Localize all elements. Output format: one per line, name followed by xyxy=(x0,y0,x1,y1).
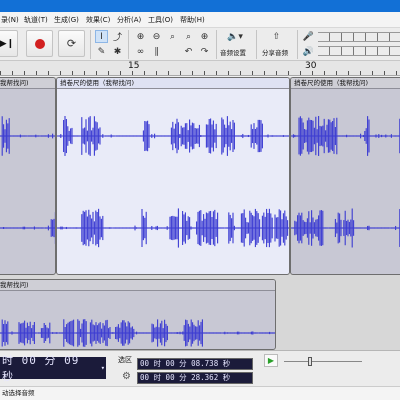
menu-analyze[interactable]: 分析(A) xyxy=(117,15,141,25)
fit-selection-icon[interactable]: ⌕ xyxy=(166,30,179,43)
selection-end-field[interactable]: 00 时 00 分 28.362 秒 xyxy=(137,372,253,384)
waveform xyxy=(0,116,55,244)
ruler-ticks xyxy=(0,71,400,75)
menu-generate[interactable]: 生成(G) xyxy=(54,15,79,25)
trim-icon[interactable]: ∞ xyxy=(134,45,147,58)
snap-gear-icon[interactable]: ⚙ xyxy=(122,371,131,382)
toolbar-separator xyxy=(90,30,91,59)
skip-start-icon: ▶❙ xyxy=(0,38,15,49)
undo-icon[interactable]: ↶ xyxy=(182,45,195,58)
zoom-toggle-icon[interactable]: ⊕ xyxy=(198,30,211,43)
audio-clip-2[interactable]: 捎卷尺的使用（我帮找问) xyxy=(56,77,290,275)
dropdown-arrow-icon[interactable]: ▾ xyxy=(101,364,106,372)
selection-tool-icon[interactable]: I xyxy=(95,30,108,43)
record-button[interactable] xyxy=(26,30,53,57)
menu-record[interactable]: 录(N) xyxy=(1,15,19,25)
microphone-icon: 🎤 xyxy=(302,31,315,42)
toolbar-separator xyxy=(216,30,217,59)
audio-clip-1[interactable]: 我帮找问) xyxy=(0,77,56,275)
status-bar: 动选择音频 xyxy=(0,386,400,400)
silence-icon[interactable]: ∥ xyxy=(150,45,163,58)
tracks-area: 我帮找问) 捎卷尺的使用（我帮找问) 捎卷尺的使用（我帮找问) 我帮找问) xyxy=(0,77,400,350)
menu-tracks[interactable]: 轨道(T) xyxy=(24,15,48,25)
audio-clip-4[interactable]: 我帮找问) xyxy=(0,279,276,350)
window-titlebar xyxy=(0,0,400,12)
record-icon xyxy=(34,38,45,49)
audio-clip-3[interactable]: 捎卷尺的使用（我帮找问) xyxy=(290,77,400,275)
selection-start-field[interactable]: 00 时 00 分 08.738 秒 xyxy=(137,358,253,370)
toolbar: ▶❙ ⟳ I ⤴ ✎ ✱ ⊕ ⊖ ⌕ ⌕ ⊕ ∞ ∥ ↶ ↷ 🔈▾ 音频设置 ⇧… xyxy=(0,28,400,61)
playback-speed-slider[interactable] xyxy=(282,354,364,368)
selection-label: 选区 xyxy=(118,356,132,364)
zoom-out-icon[interactable]: ⊖ xyxy=(150,30,163,43)
waveform xyxy=(291,116,400,248)
fit-project-icon[interactable]: ⌕ xyxy=(182,30,195,43)
timeline-ruler[interactable]: 15 30 xyxy=(0,61,400,76)
share-audio-label[interactable]: 分享音频 xyxy=(262,47,288,57)
toolbar-separator xyxy=(256,30,257,59)
recording-meter[interactable] xyxy=(318,32,400,42)
waveform xyxy=(57,116,289,248)
play-at-speed-button[interactable]: ▶ xyxy=(264,354,278,367)
toolbar-separator xyxy=(297,30,298,59)
menu-tools[interactable]: 工具(O) xyxy=(148,15,173,25)
audio-setup-label[interactable]: 音频设置 xyxy=(220,47,246,57)
time-display[interactable]: 时 00 分 09 秒 ▾ xyxy=(0,354,106,383)
multi-tool-icon[interactable]: ✱ xyxy=(111,45,124,58)
speaker-icon[interactable]: 🔈▾ xyxy=(225,30,245,43)
playback-meter[interactable] xyxy=(318,46,400,56)
zoom-in-icon[interactable]: ⊕ xyxy=(134,30,147,43)
playback-speaker-icon: 🔊 xyxy=(302,46,315,57)
envelope-tool-icon[interactable]: ⤴ xyxy=(111,30,124,43)
time-display-text: 时 00 分 09 秒 xyxy=(2,354,80,383)
redo-icon[interactable]: ↷ xyxy=(198,45,211,58)
draw-tool-icon[interactable]: ✎ xyxy=(95,45,108,58)
toolbar-separator xyxy=(128,30,129,59)
menu-bar: 录(N) 轨道(T) 生成(G) 效果(C) 分析(A) 工具(O) 帮助(H) xyxy=(0,12,400,28)
menu-help[interactable]: 帮助(H) xyxy=(180,15,205,25)
share-icon[interactable]: ⇧ xyxy=(270,30,283,43)
selection-toolbar: 时 00 分 09 秒 ▾ 选区 ⚙ 00 时 00 分 08.738 秒 00… xyxy=(0,350,400,386)
loop-button[interactable]: ⟳ xyxy=(58,30,85,57)
waveform xyxy=(0,319,275,347)
slider-thumb[interactable] xyxy=(308,357,312,366)
menu-effect[interactable]: 效果(C) xyxy=(86,15,110,25)
loop-icon: ⟳ xyxy=(66,37,77,50)
play-icon: ▶ xyxy=(267,356,275,365)
skip-to-start-button[interactable]: ▶❙ xyxy=(0,30,18,57)
